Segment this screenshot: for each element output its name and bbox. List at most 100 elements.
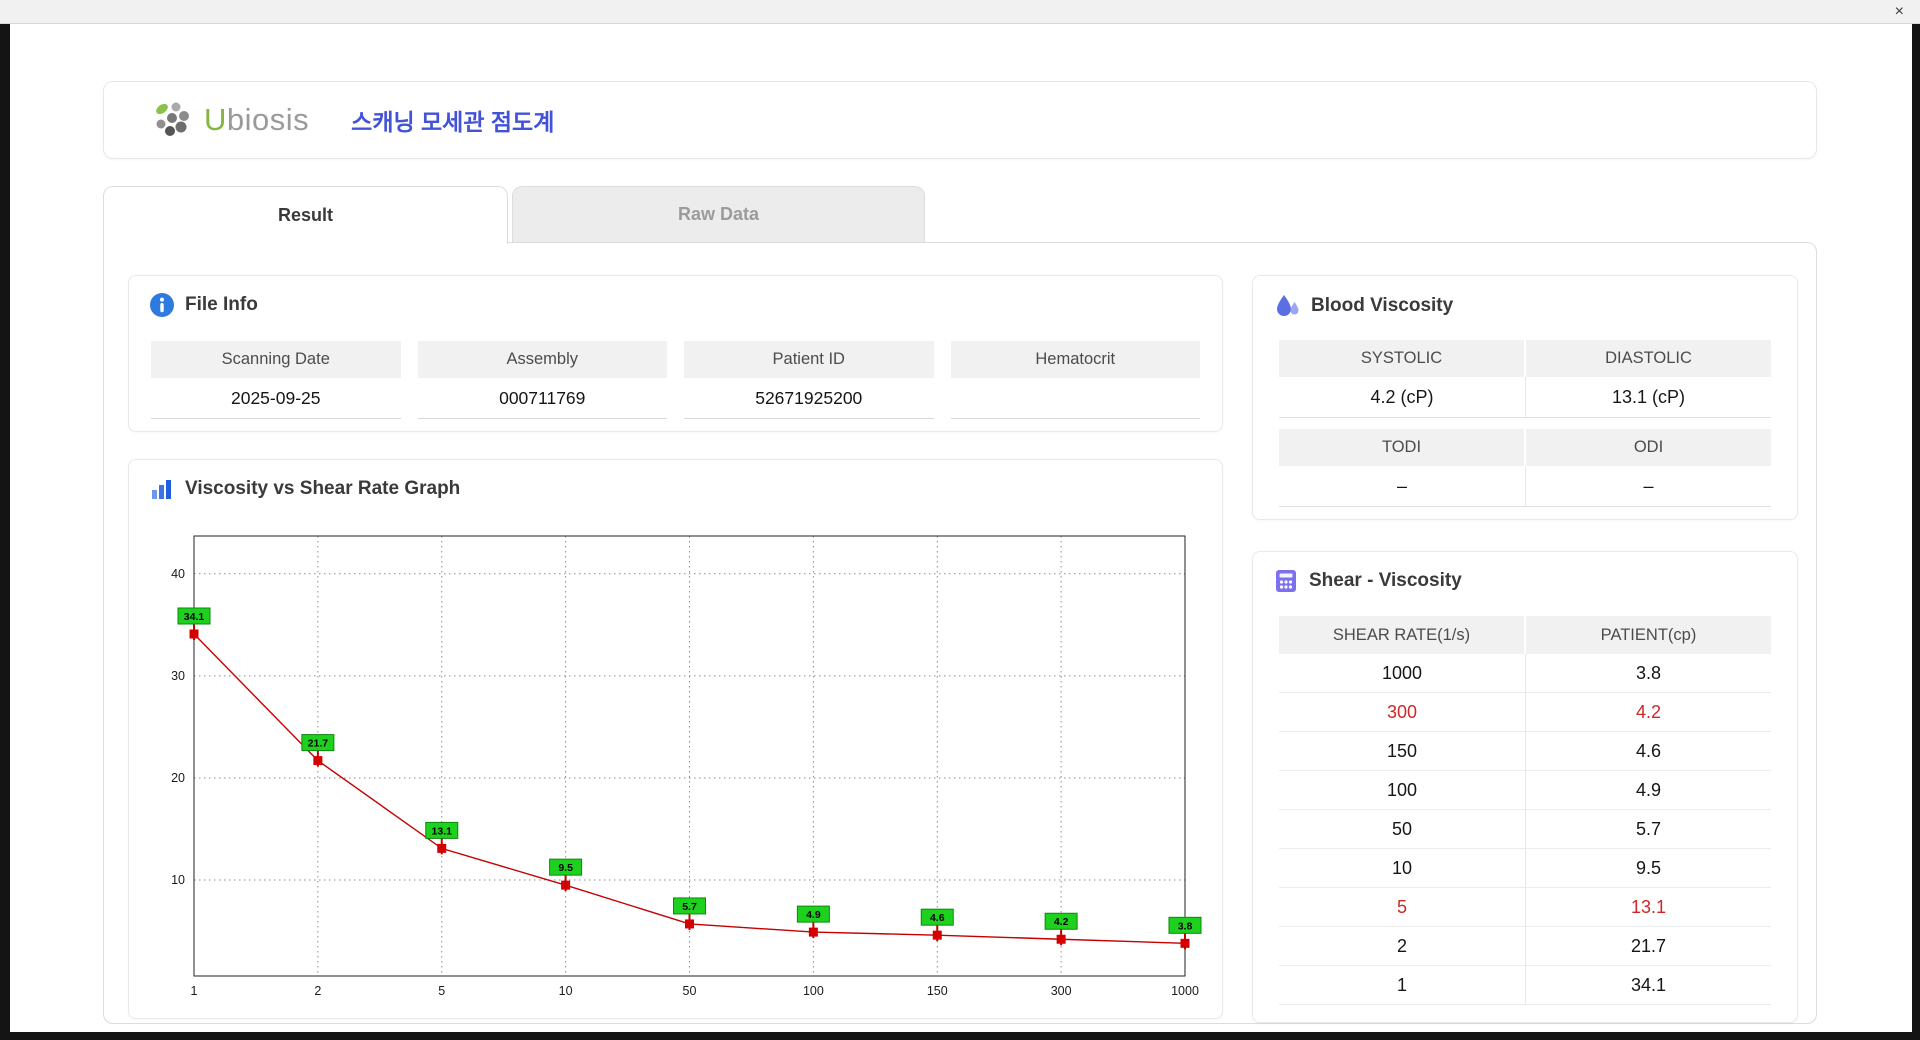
field-label: Hematocrit: [950, 341, 1200, 378]
data-marker: [189, 629, 199, 639]
patient-viscosity-value: 5.7: [1525, 810, 1771, 848]
bv-header-diastolic: DIASTOLIC: [1526, 340, 1771, 377]
shear-rate-value: 50: [1391, 818, 1413, 839]
logo-text: Ubiosis: [204, 102, 309, 138]
tab-raw-data-label: Raw Data: [677, 204, 760, 224]
shear-viscosity-title: Shear - Viscosity: [1253, 552, 1797, 594]
shear-table-header: SHEAR RATE(1/s) PATIENT(cp): [1279, 616, 1771, 654]
patient-viscosity-value: 4.2: [1525, 693, 1771, 731]
x-tick-label: 150: [927, 984, 948, 998]
field-value: 2025-09-25: [151, 378, 401, 419]
shear-table-row: 1 34.1: [1279, 966, 1771, 1005]
data-marker: [437, 843, 447, 853]
shear-table-row: 100 4.9: [1279, 771, 1771, 810]
shear-table-row: 2 21.7: [1279, 927, 1771, 966]
x-tick-label: 100: [803, 984, 824, 998]
shear-viscosity-table: SHEAR RATE(1/s) PATIENT(cp) 1000 3.8 300 4.…: [1279, 616, 1771, 1005]
field-hematocrit: Hematocrit: [950, 341, 1200, 419]
blood-viscosity-title-text: Blood Viscosity: [1311, 295, 1454, 316]
patient-viscosity-value: 9.5: [1525, 849, 1771, 887]
file-info-fields: Scanning Date 2025-09-25 Assembly 000711…: [151, 341, 1200, 419]
patient-viscosity-value: 4.9: [1525, 771, 1771, 809]
patient-header: PATIENT(cp): [1526, 616, 1771, 654]
patient-viscosity-value: 21.7: [1525, 927, 1771, 965]
x-tick-label: 2: [314, 984, 321, 998]
shear-rate-value: 1000: [1381, 662, 1423, 683]
shear-table-row: 1000 3.8: [1279, 654, 1771, 693]
data-marker: [1180, 938, 1190, 948]
tab-raw-data[interactable]: Raw Data: [512, 186, 925, 242]
app-title: 스캐닝 모세관 점도계: [351, 109, 555, 135]
field-scanning-date: Scanning Date 2025-09-25: [151, 341, 401, 419]
tab-result-label: Result: [277, 205, 333, 225]
data-label: 4.2: [1054, 916, 1069, 928]
shear-rate-value: 2: [1396, 935, 1407, 956]
tab-result[interactable]: Result: [103, 186, 508, 244]
shear-viscosity-card: Shear - Viscosity SHEAR RATE(1/s) PATIEN…: [1252, 551, 1798, 1023]
y-tick-label: 40: [171, 567, 185, 581]
data-label: 3.8: [1178, 920, 1193, 932]
shear-rate-value: 150: [1386, 740, 1418, 761]
ubiosis-logo: Ubiosis: [150, 97, 309, 143]
shear-table-row: 150 4.6: [1279, 732, 1771, 771]
app-window: Ubiosis 스캐닝 모세관 점도계 Result Raw Data File…: [10, 24, 1912, 1032]
bv-header-row: TODI ODI: [1279, 429, 1771, 466]
bv-header-todi: TODI: [1279, 429, 1524, 466]
field-value: [950, 378, 1200, 419]
y-tick-label: 30: [171, 669, 185, 683]
field-label: Patient ID: [684, 341, 934, 378]
blood-viscosity-title: Blood Viscosity: [1253, 276, 1797, 320]
x-tick-label: 50: [683, 984, 697, 998]
bv-odi-value: –: [1525, 466, 1771, 507]
close-button[interactable]: ×: [1891, 1, 1908, 23]
field-patient-id: Patient ID 52671925200: [684, 341, 934, 419]
logo-text-rest: biosis: [226, 102, 310, 137]
info-icon: [150, 293, 174, 317]
patient-viscosity-value: 13.1: [1525, 888, 1771, 926]
patient-viscosity-value: 3.8: [1525, 654, 1771, 692]
x-tick-label: 5: [438, 984, 445, 998]
file-info-title-text: File Info: [185, 294, 258, 315]
bv-row-gap: [1279, 418, 1771, 429]
data-marker: [561, 880, 571, 890]
shear-rate-header: SHEAR RATE(1/s): [1279, 616, 1524, 654]
ubiosis-logo-icon: [156, 102, 189, 136]
x-tick-label: 1: [191, 984, 198, 998]
bv-value-row: 4.2 (cP) 13.1 (cP): [1279, 377, 1771, 418]
calculator-icon: [1276, 570, 1296, 592]
data-label: 4.6: [930, 912, 945, 924]
bv-header-odi: ODI: [1526, 429, 1771, 466]
patient-viscosity-value: 4.6: [1525, 732, 1771, 770]
data-marker: [685, 919, 694, 929]
data-marker: [932, 930, 942, 940]
viscosity-chart: 10 20 30 40 1 2 5 10 50 100 150 300 1000 34.1 21.7 13.1…: [171, 535, 1202, 998]
field-value: 000711769: [417, 378, 667, 419]
data-label: 4.9: [806, 909, 821, 921]
bv-value-row: – –: [1279, 466, 1771, 507]
bv-todi-value: –: [1279, 466, 1525, 507]
patient-viscosity-value: 34.1: [1525, 966, 1771, 1004]
shear-rate-value: 1: [1396, 974, 1407, 995]
shear-viscosity-title-text: Shear - Viscosity: [1309, 570, 1462, 591]
field-label: Scanning Date: [151, 341, 401, 378]
shear-table-body: 1000 3.8 300 4.2 150 4.6 100 4.9 50 5.7 10 9.5 5 13.1…: [1279, 654, 1771, 1005]
logo-text-u: U: [204, 102, 227, 137]
app-header: Ubiosis 스캐닝 모세관 점도계: [103, 81, 1817, 159]
x-tick-label: 1000: [1171, 984, 1199, 998]
data-marker: [1056, 934, 1066, 944]
field-assembly: Assembly 000711769: [417, 341, 667, 419]
shear-table-row: 50 5.7: [1279, 810, 1771, 849]
content-panel: File Info Scanning Date 2025-09-25 Assem…: [103, 242, 1817, 1024]
bv-systolic-value: 4.2 (cP): [1279, 377, 1525, 418]
file-info-card: File Info Scanning Date 2025-09-25 Assem…: [128, 275, 1223, 432]
field-label: Assembly: [417, 341, 667, 378]
bv-header-systolic: SYSTOLIC: [1279, 340, 1524, 377]
titlebar: ×: [0, 0, 1920, 24]
y-tick-label: 20: [171, 771, 185, 785]
shear-rate-value: 100: [1386, 779, 1418, 800]
shear-rate-value: 10: [1391, 857, 1413, 878]
data-label: 34.1: [184, 611, 205, 623]
field-value: 52671925200: [684, 378, 934, 419]
blood-viscosity-table: SYSTOLIC DIASTOLIC 4.2 (cP) 13.1 (cP) TO…: [1279, 340, 1771, 507]
data-label: 5.7: [682, 901, 697, 913]
